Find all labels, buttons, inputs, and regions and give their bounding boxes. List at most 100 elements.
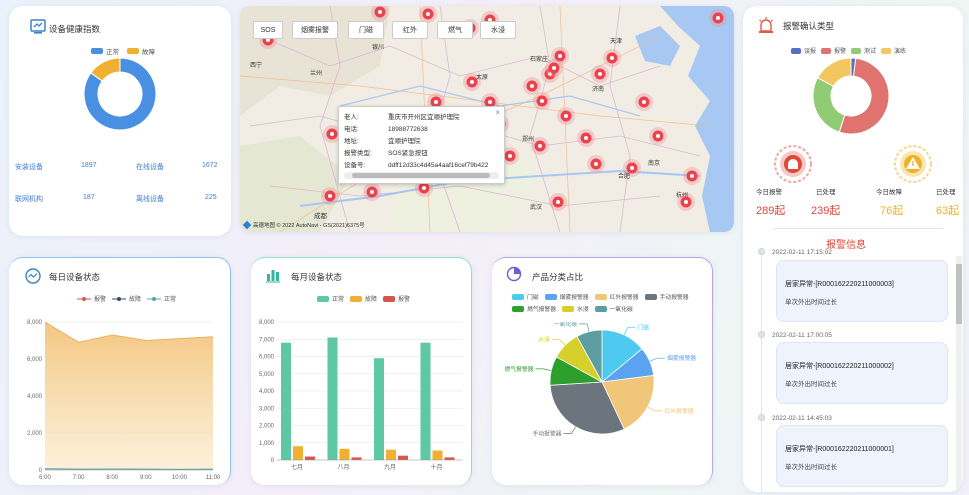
alarm-pin-core xyxy=(328,194,332,198)
health-card: 设备健康指数 正常 故障 安装设备 1897 在线设备 1672 联网机构 18… xyxy=(9,6,231,236)
y-tick-label: 5,000 xyxy=(259,372,275,378)
alarm-pin-core xyxy=(558,54,562,58)
x-tick-label: 6:00 xyxy=(39,475,51,481)
monitor-icon xyxy=(30,19,46,34)
alarm-pin-core xyxy=(610,56,614,60)
today-alarm-value: 289起 xyxy=(756,205,786,217)
city-label-taiyuan: 太原 xyxy=(476,75,489,81)
bar-正常[interactable] xyxy=(374,358,384,460)
y-tick-label: 8,000 xyxy=(259,320,275,326)
popup-row-alarm-type: 报警类型: SOS紧急按钮 xyxy=(344,150,428,157)
city-label-chengdu: 成都 xyxy=(314,213,327,220)
health-title: 设备健康指数 xyxy=(49,24,101,34)
popup-close-icon[interactable]: × xyxy=(495,108,500,117)
today-alarm-label: 今日报警 xyxy=(756,189,782,196)
alarm-scrollbar[interactable] xyxy=(956,256,962,492)
alarm-pin-core xyxy=(426,12,430,16)
y-tick-label: 6,000 xyxy=(27,357,43,363)
map-btn-infrared[interactable]: 红外 xyxy=(392,21,428,39)
map-btn-smoke[interactable]: 烟雾报警 xyxy=(292,21,338,39)
product-pie-chart: 门磁烟雾报警器红外报警器手动报警器 燃气报警器 水浸 一氧化碳 xyxy=(504,322,696,438)
product-label-line xyxy=(551,339,566,346)
alarm-pin-core xyxy=(552,66,556,70)
bar-报警[interactable] xyxy=(351,457,362,460)
alarm-pin-core xyxy=(470,80,474,84)
alarm-pin-core xyxy=(594,162,598,166)
y-tick-label: 4,000 xyxy=(27,394,43,400)
monthly-bar-chart: 0 1,000 2,000 3,000 4,000 5,000 6,000 7,000 8,00… xyxy=(259,320,463,471)
alarm-time: 2022-02-11 17:00:05 xyxy=(772,332,832,339)
amap-logo-icon xyxy=(242,220,252,230)
bar-故障[interactable] xyxy=(386,449,396,460)
monthly-card: 每月设备状态 正常 故障 报警 0 1,000 2,000 3,000 4,000 5,0… xyxy=(251,257,472,485)
y-tick-label: 2,000 xyxy=(259,424,275,430)
alarm-pin-core xyxy=(488,100,492,104)
x-tick-label: 11:00 xyxy=(206,475,221,481)
stat-label-online: 在线设备 xyxy=(136,164,164,171)
today-fault-icon xyxy=(894,145,932,183)
monthly-title: 每月设备状态 xyxy=(291,272,343,282)
bar-正常[interactable] xyxy=(420,342,431,460)
alarm-item-desc: 单次外出时间过长 xyxy=(785,464,837,471)
timeline-dot xyxy=(758,331,765,338)
alarm-type-slice[interactable] xyxy=(812,77,846,133)
bar-报警[interactable] xyxy=(398,455,408,460)
today-fault-label: 今日故障 xyxy=(876,189,902,196)
alarm-pin-core xyxy=(538,144,542,148)
map-btn-gas[interactable]: 燃气 xyxy=(437,21,473,39)
bar-报警[interactable] xyxy=(305,456,315,460)
daily-legend: 报警 故障 正常 xyxy=(77,294,176,303)
product-label-line xyxy=(563,426,576,434)
trend-circle-icon xyxy=(25,268,41,284)
timeline-line xyxy=(761,254,762,492)
map-btn-flood[interactable]: 水浸 xyxy=(480,21,516,39)
alarm-item[interactable]: 居家异常-[R000162220211000001] 单次外出时间过长 xyxy=(776,425,948,487)
popup-scrollbar[interactable] xyxy=(344,172,499,179)
product-title: 产品分类占比 xyxy=(532,272,584,282)
product-slice-label: 一氧化碳 xyxy=(554,322,577,328)
alarm-item[interactable]: 居家异常-[R000162220211000002] 单次外出时间过长 xyxy=(776,342,948,404)
x-tick-label: 八月 xyxy=(337,464,349,471)
alarm-time: 2022-02-11 17:15:02 xyxy=(772,249,832,256)
bar-故障[interactable] xyxy=(432,450,443,460)
alarm-item-title: 居家异常-[R000162220211000001] xyxy=(785,446,894,453)
product-card: 产品分类占比 门磁 烟雾报警器 红外报警器 手动报警器 燃气报警器 水浸 一氧化… xyxy=(492,257,713,485)
product-label-line xyxy=(579,323,590,332)
alarm-pin-core xyxy=(434,100,438,104)
city-label-lanzhou: 兰州 xyxy=(310,71,323,77)
bar-正常[interactable] xyxy=(281,342,291,460)
alarm-time: 2022-02-11 14:45:03 xyxy=(772,415,832,422)
map-btn-sos[interactable]: SOS xyxy=(253,21,283,39)
alarm-pin-core xyxy=(584,136,588,140)
timeline-dot xyxy=(758,414,765,421)
product-label-line xyxy=(623,327,636,336)
alarm-pin-core xyxy=(684,200,688,204)
alarm-pin-core xyxy=(422,186,426,190)
popup-row-phone: 电话: 18988772638 xyxy=(344,126,428,133)
stat-value-offline: 225 xyxy=(205,194,217,201)
bar-故障[interactable] xyxy=(293,446,303,460)
popup-row-name: 老人: 重庆市开州区宜顺护理院 xyxy=(344,114,460,121)
city-label-hangzhou: 杭州 xyxy=(676,193,689,199)
handled-fault-value: 63起 xyxy=(936,205,960,217)
y-tick-label: 3,000 xyxy=(259,406,275,412)
bar-chart-icon xyxy=(266,270,280,283)
alarm-pin-core xyxy=(508,154,512,158)
product-slice-label: 烟雾报警器 xyxy=(667,354,696,362)
monthly-legend: 正常 故障 报警 xyxy=(317,294,410,303)
x-tick-label: 9:00 xyxy=(140,475,152,481)
alarm-pin-core xyxy=(716,16,720,20)
map-btn-door[interactable]: 门磁 xyxy=(348,21,384,39)
city-label-shijiazhuang: 石家庄 xyxy=(530,57,549,63)
product-legend: 门磁 烟雾报警器 红外报警器 手动报警器 燃气报警器 水浸 一氧化碳 xyxy=(512,292,708,313)
bar-故障[interactable] xyxy=(339,448,350,460)
alarm-pin-core xyxy=(564,114,568,118)
alarm-item[interactable]: 居家异常-[R000162220211000003] 单次外出时间过长 xyxy=(776,260,948,322)
bar-报警[interactable] xyxy=(444,457,455,460)
alarm-item-title: 居家异常-[R000162220211000002] xyxy=(785,363,894,370)
handled-fault-label: 已处理 xyxy=(936,189,956,196)
map-card[interactable]: 西宁 兰州 成都 天津 济南 南京 合肥 杭州 郑州 西安 武汉 银川 太原 石… xyxy=(240,6,734,232)
bar-正常[interactable] xyxy=(327,337,338,460)
health-donut-chart xyxy=(83,57,157,131)
stat-label-orgs: 联网机构 xyxy=(15,196,43,203)
